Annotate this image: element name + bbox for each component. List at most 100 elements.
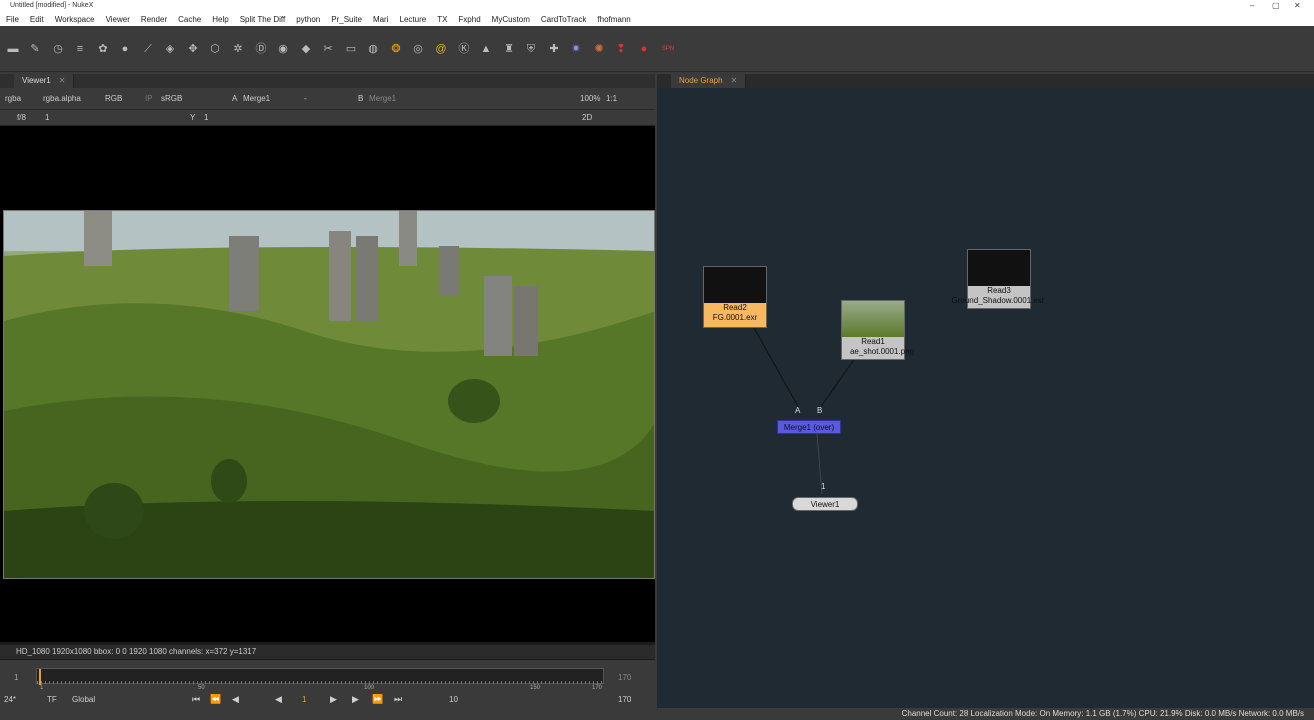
viewer-image (3, 210, 655, 579)
node-read1[interactable]: Read1 ae_shot.0001.png (841, 300, 914, 360)
plugin-k-icon[interactable]: Ⓚ (457, 42, 471, 56)
menu-python[interactable]: python (296, 15, 320, 24)
menu-tx[interactable]: TX (437, 15, 447, 24)
plugin-fire-icon[interactable]: ❂ (389, 42, 403, 56)
image-nodes-icon[interactable]: ▬ (6, 42, 20, 56)
plugin-shield-icon[interactable]: ⛨ (524, 42, 538, 56)
timeline-track[interactable] (36, 668, 605, 685)
filter-nodes-icon[interactable]: ● (118, 42, 132, 56)
node-read2[interactable]: Read2 FG.0001.exr (703, 266, 767, 328)
last-frame-button[interactable]: ⏭ (394, 694, 402, 705)
read1-thumbnail (842, 301, 904, 337)
view-mode-dropdown[interactable]: 2D (582, 113, 592, 122)
plugin-gear-icon[interactable]: ✺ (592, 42, 606, 56)
menu-render[interactable]: Render (141, 15, 167, 24)
a-input-dropdown[interactable]: Merge1 (243, 94, 270, 103)
close-button[interactable]: ✕ (1294, 0, 1301, 12)
menu-workspace[interactable]: Workspace (55, 15, 95, 24)
toolsets-icon[interactable]: ✂ (321, 42, 335, 56)
zoom-dropdown[interactable]: 100% (580, 94, 600, 103)
menu-fhofmann[interactable]: fhofmann (597, 15, 630, 24)
channel-nodes-icon[interactable]: ≡ (73, 42, 87, 56)
proxy-ratio-dropdown[interactable]: 1:1 (606, 94, 617, 103)
menu-help[interactable]: Help (212, 15, 228, 24)
draw-nodes-icon[interactable]: ✎ (28, 42, 42, 56)
node-viewer1[interactable]: Viewer1 (792, 497, 858, 511)
compare-mode-dropdown[interactable]: - (304, 94, 307, 103)
next-frame-button[interactable]: ▶ (352, 694, 359, 705)
keyer-nodes-icon[interactable]: ⟋ (141, 42, 155, 56)
plugin-bolt-icon[interactable]: ❢ (614, 42, 628, 56)
current-frame-field[interactable]: 1 (302, 695, 306, 704)
end-frame-field[interactable]: 170 (618, 695, 631, 704)
plugin-star-icon[interactable]: ✷ (569, 42, 583, 56)
plugin-logo-icon[interactable]: SPN (660, 42, 676, 56)
color-nodes-icon[interactable]: ✿ (96, 42, 110, 56)
node-graph-pane[interactable]: Node Graph ✕ Read2 FG.0001.exr Read1 ae_s… (657, 74, 1314, 708)
node-merge1[interactable]: Merge1 (over) (777, 420, 841, 434)
plugin-pillar-icon[interactable]: ♜ (502, 42, 516, 56)
menu-mari[interactable]: Mari (373, 15, 389, 24)
play-backward-button[interactable]: ◀ (275, 694, 282, 705)
plugin-triangle-icon[interactable]: ▲ (479, 42, 493, 56)
alpha-channel-dropdown[interactable]: rgba.alpha (43, 94, 81, 103)
minimize-button[interactable]: – (1250, 0, 1254, 12)
channels-dropdown[interactable]: rgba (5, 94, 21, 103)
window-title-bar: Untitled [modified] - NukeX – ▢ ✕ (0, 0, 1314, 12)
metadata-nodes-icon[interactable]: ◆ (299, 42, 313, 56)
plugin-target-icon[interactable]: ◎ (411, 42, 425, 56)
playhead[interactable] (39, 669, 41, 685)
plugin-puzzle-icon[interactable]: ✚ (547, 42, 561, 56)
prev-frame-button[interactable]: ◀ (232, 694, 239, 705)
close-tab-icon[interactable]: ✕ (59, 76, 66, 85)
menu-split-the-diff[interactable]: Split The Diff (240, 15, 286, 24)
fstop-label[interactable]: f/8 (17, 113, 26, 122)
maximize-button[interactable]: ▢ (1272, 0, 1280, 12)
display-channel-dropdown[interactable]: RGB (105, 94, 122, 103)
furnace-icon[interactable]: ◍ (366, 42, 380, 56)
play-forward-button[interactable]: ▶ (330, 694, 337, 705)
gamma-value[interactable]: 1 (204, 113, 208, 122)
deep-nodes-icon[interactable]: Ⓓ (254, 42, 268, 56)
viewer-controls: rgba rgba.alpha RGB IP sRGB A Merge1 - B… (0, 88, 655, 110)
tick-170: 170 (592, 685, 603, 691)
read2-thumbnail (704, 267, 766, 303)
3d-nodes-icon[interactable]: ⬡ (208, 42, 222, 56)
range-dropdown[interactable]: Global (72, 695, 95, 704)
tab-viewer1[interactable]: Viewer1 ✕ (14, 74, 75, 88)
menu-fxphd[interactable]: Fxphd (458, 15, 480, 24)
read2-file: FG.0001.exr (712, 313, 758, 322)
merge-nodes-icon[interactable]: ◈ (163, 42, 177, 56)
menu-lecture[interactable]: Lecture (400, 15, 427, 24)
menu-mycustom[interactable]: MyCustom (492, 15, 530, 24)
b-input-dropdown[interactable]: Merge1 (369, 94, 396, 103)
frame-step-field[interactable]: 10 (449, 695, 458, 704)
plugin-spiral-icon[interactable]: @ (434, 42, 448, 56)
viewer-exposure-controls: f/8 1 Y 1 2D (0, 110, 655, 126)
fps-dropdown[interactable]: 24* (4, 695, 16, 704)
input-process-toggle[interactable]: IP (145, 94, 153, 103)
node-read3[interactable]: Read3 Ground_Shadow.0001.exr (952, 249, 1044, 309)
menu-cache[interactable]: Cache (178, 15, 201, 24)
views-nodes-icon[interactable]: ◉ (276, 42, 290, 56)
prev-keyframe-button[interactable]: ⏪ (210, 694, 221, 705)
timeline-start[interactable]: 1 (14, 673, 18, 682)
transform-nodes-icon[interactable]: ✥ (186, 42, 200, 56)
lut-dropdown[interactable]: sRGB (161, 94, 182, 103)
menu-edit[interactable]: Edit (30, 15, 44, 24)
tf-dropdown[interactable]: TF (47, 695, 57, 704)
particles-nodes-icon[interactable]: ✲ (231, 42, 245, 56)
gain-value[interactable]: 1 (45, 113, 49, 122)
menu-pr-suite[interactable]: Pr_Suite (331, 15, 362, 24)
menu-cardtotrack[interactable]: CardToTrack (541, 15, 587, 24)
timeline-end[interactable]: 170 (618, 673, 631, 682)
viewer-viewport[interactable] (0, 126, 655, 642)
other-nodes-icon[interactable]: ▭ (344, 42, 358, 56)
first-frame-button[interactable]: ⏮ (192, 694, 200, 705)
plugin-red-dot-icon[interactable]: ● (637, 42, 651, 56)
next-keyframe-button[interactable]: ⏩ (372, 694, 383, 705)
timeline: 1 1 50 100 150 170 170 24* TF Global ⏮ ⏪… (0, 660, 655, 708)
time-nodes-icon[interactable]: ◷ (51, 42, 65, 56)
menu-file[interactable]: File (6, 15, 19, 24)
menu-viewer[interactable]: Viewer (106, 15, 130, 24)
